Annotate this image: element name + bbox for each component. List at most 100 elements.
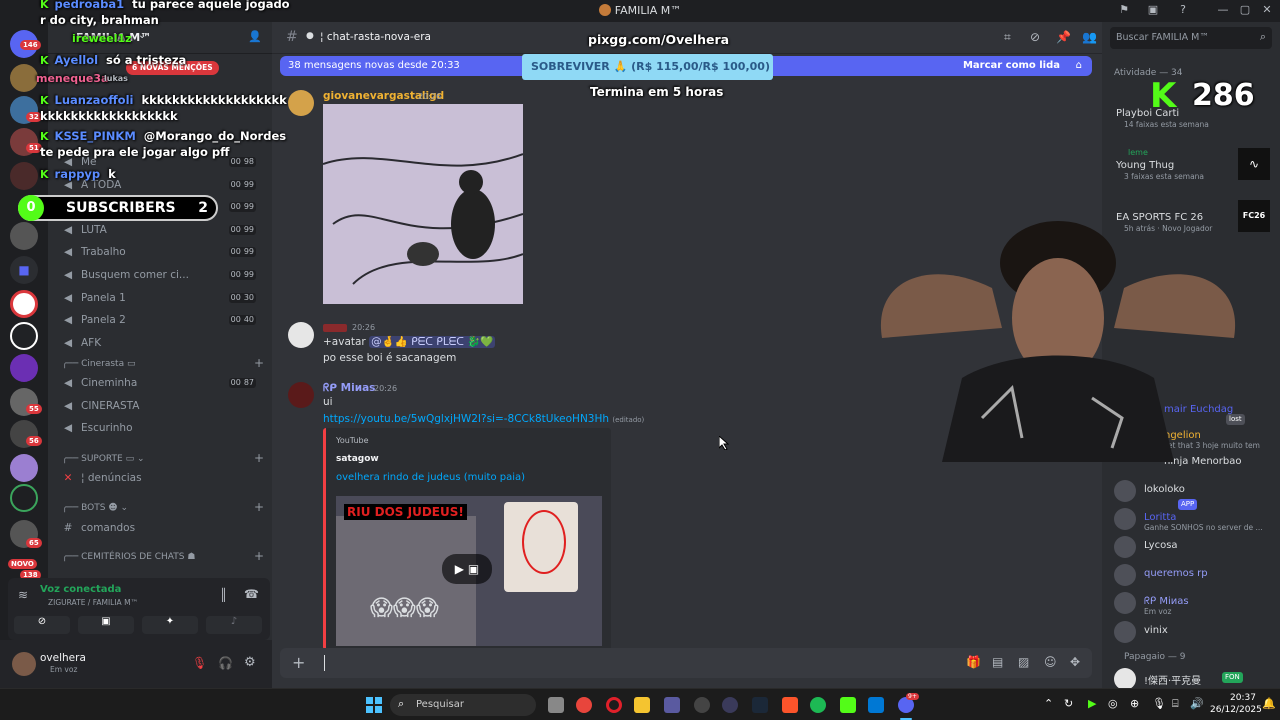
avatar[interactable] (288, 382, 314, 408)
close-button[interactable]: ✕ (1259, 3, 1275, 19)
inbox-icon[interactable]: ⚑ (1116, 3, 1132, 19)
clock-date[interactable]: 26/12/2025 (1210, 705, 1262, 715)
member-list-icon[interactable]: 👥 (1082, 30, 1097, 44)
tray-icon[interactable]: ▶ (1088, 697, 1096, 710)
mark-read-icon[interactable]: ⌂ (1076, 56, 1082, 76)
voice-channel-row[interactable]: ◀ Escurinho (56, 418, 264, 438)
add-channel-icon[interactable]: + (254, 500, 264, 514)
avatar[interactable] (12, 652, 36, 676)
minimize-button[interactable]: — (1215, 3, 1231, 19)
app-icon[interactable] (694, 697, 710, 713)
screenshare-button[interactable]: ▣ (78, 616, 134, 634)
spotify-icon[interactable] (810, 697, 826, 713)
server-icon[interactable] (10, 290, 38, 318)
mark-read-button[interactable]: Marcar como lida (963, 56, 1060, 76)
message-link[interactable]: https://youtu.be/5wQglxjHW2I?si=-8CCk8tU… (323, 413, 644, 425)
sticker-icon[interactable]: ▨ (1018, 655, 1029, 669)
voice-channel-row[interactable]: ◀ AFK (56, 333, 264, 353)
pin-icon[interactable]: 📌 (1056, 30, 1071, 44)
app-icon[interactable] (664, 697, 680, 713)
disconnect-icon[interactable]: ☎ (244, 587, 259, 601)
member-row[interactable]: ᖇᑭ Miиas Em voz (1112, 590, 1277, 616)
add-channel-icon[interactable]: + (254, 549, 264, 563)
activity-card[interactable]: leme Young Thug 3 faixas esta semana ∿ (1112, 144, 1277, 184)
embed-author[interactable]: satagow (336, 454, 379, 464)
deafen-icon[interactable]: 🎧 (218, 656, 233, 670)
message-author[interactable] (323, 324, 347, 332)
tray-icon[interactable]: ⊕ (1130, 697, 1139, 710)
server-icon[interactable] (10, 162, 38, 190)
gif-icon[interactable]: ▤ (992, 655, 1003, 669)
voice-channel-row[interactable]: ◀ LUTA 00 99 (56, 220, 264, 240)
category-cemiterios[interactable]: ╭── CEMITÉRIOS DE CHATS ☗ (62, 552, 195, 562)
tray-icon[interactable]: ↻ (1064, 697, 1073, 710)
app-icon[interactable] (722, 697, 738, 713)
gift-icon[interactable]: 🎁 (966, 655, 981, 669)
voice-channel-row[interactable]: ◀ Panela 1 00 30 (56, 288, 264, 308)
message-image[interactable] (323, 104, 523, 304)
search-input[interactable]: Buscar FAMILIA M™ ⌕ (1110, 27, 1272, 49)
opera-icon[interactable] (606, 697, 622, 713)
taskbar-search[interactable]: ⌕ Pesquisar (390, 694, 536, 716)
soundboard-button[interactable]: ♪ (206, 616, 262, 634)
emoji-icon[interactable]: ☺ (1044, 655, 1057, 669)
add-channel-icon[interactable]: + (254, 356, 264, 370)
task-view-icon[interactable] (548, 697, 564, 713)
screen-icon[interactable]: ▣ (1145, 3, 1161, 19)
play-button[interactable]: ▶ ▣ (442, 554, 492, 584)
app-icon[interactable] (868, 697, 884, 713)
category-suporte[interactable]: ╭── SUPORTE ▭ ⌄ (62, 454, 145, 464)
server-icon[interactable] (10, 484, 38, 512)
steam-icon[interactable] (752, 697, 768, 713)
folder-icon[interactable]: ■ (10, 256, 38, 284)
settings-icon[interactable]: ⚙ (244, 655, 256, 670)
attach-icon[interactable]: + (292, 653, 305, 672)
mute-channel-icon[interactable]: ⊘ (1030, 30, 1040, 44)
camera-button[interactable]: ⊘ (14, 616, 70, 634)
message-author[interactable]: ᖇᑭ Miиas (323, 382, 375, 395)
tray-chevron-icon[interactable]: ⌃ (1044, 697, 1053, 710)
member-row[interactable]: queremos rp (1112, 562, 1277, 588)
explorer-icon[interactable] (634, 697, 650, 713)
voice-status[interactable]: Voz conectada (40, 584, 121, 595)
server-icon[interactable] (10, 64, 38, 92)
maximize-button[interactable]: ▢ (1237, 3, 1253, 19)
message-composer[interactable]: + 🎁 ▤ ▨ ☺ ✥ (280, 648, 1092, 678)
mention[interactable]: @🤞👍 ᑭᗴᑕ ᑭᒪᗴᑕ 🐉💚 (369, 336, 496, 348)
apps-icon[interactable]: ✥ (1070, 655, 1080, 669)
noise-suppression-icon[interactable]: ║ (220, 588, 227, 602)
tray-icon[interactable]: ◎ (1108, 697, 1118, 710)
network-icon[interactable]: ⌸ (1172, 697, 1179, 711)
voice-channel-row[interactable]: ◀ Cineminha 00 87 (56, 373, 264, 393)
windows-start-icon[interactable] (366, 697, 382, 713)
category-cinerasta[interactable]: ╭── Cinerasta ▭ (62, 359, 135, 369)
help-icon[interactable]: ? (1175, 3, 1191, 19)
threads-icon[interactable]: ⌗ (1004, 30, 1011, 45)
member-row[interactable]: vinix (1112, 619, 1277, 645)
voice-channel-row[interactable]: ◀ Trabalho 00 99 (56, 242, 264, 262)
embed-title[interactable]: ovelhera rindo de judeus (muito paia) (336, 472, 525, 483)
kick-app-icon[interactable] (840, 697, 856, 713)
username[interactable]: ovelhera (40, 652, 86, 664)
server-icon[interactable] (10, 454, 38, 482)
voice-channel[interactable]: ZIGURATE / FAMILIA M™ (48, 598, 138, 607)
server-icon[interactable] (10, 222, 38, 250)
avatar[interactable] (288, 322, 314, 348)
category-bots[interactable]: ╭── BOTS ☻ ⌄ (62, 503, 128, 513)
clock-time[interactable]: 20:37 (1230, 693, 1256, 703)
channel-comandos[interactable]: # comandos (56, 518, 264, 538)
server-icon[interactable] (10, 322, 38, 350)
chrome-icon[interactable] (576, 697, 592, 713)
notification-icon[interactable]: 🔔 (1262, 697, 1276, 710)
server-icon[interactable] (10, 354, 38, 382)
add-channel-icon[interactable]: + (254, 451, 264, 465)
add-user-icon[interactable]: 👤 (248, 30, 262, 43)
mute-icon[interactable]: 🎙 (192, 656, 207, 670)
voice-channel-row[interactable]: ◀ Panela 2 00 40 (56, 310, 264, 330)
channel-denuncias[interactable]: ✕ ¦ denúncias (56, 468, 264, 488)
member-row[interactable]: Lycosa (1112, 534, 1277, 560)
avatar[interactable] (288, 90, 314, 116)
mic-icon[interactable]: 🎙 (1152, 697, 1166, 710)
voice-channel-row[interactable]: ◀ Busquem comer ci... 00 99 (56, 265, 264, 285)
brave-icon[interactable] (782, 697, 798, 713)
